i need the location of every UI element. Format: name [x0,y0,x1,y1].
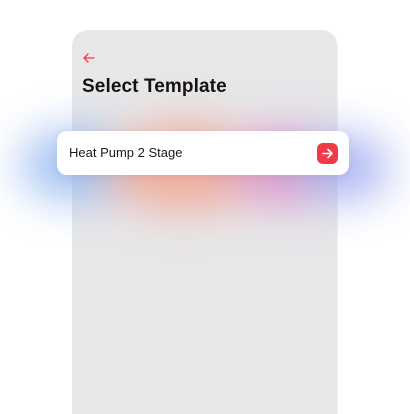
arrow-right-icon [322,148,333,159]
stage: Select Template Heat Pump 2 Stage [0,0,410,414]
template-label: Heat Pump 2 Stage [69,145,183,160]
arrow-left-icon [83,53,95,63]
back-arrow-icon[interactable] [82,51,96,65]
select-template-button[interactable] [317,143,338,164]
template-item-heat-pump-2-stage[interactable]: Heat Pump 2 Stage [57,131,349,175]
page-title: Select Template [82,76,227,97]
